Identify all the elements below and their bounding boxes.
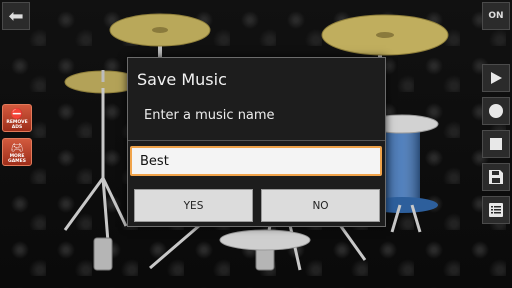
remove-ads-icon: ⛔ — [10, 109, 24, 120]
back-button[interactable]: ⬅ — [2, 2, 30, 30]
on-label: ON — [488, 11, 504, 21]
left-arrow-icon: ⬅ — [8, 5, 24, 27]
dialog-message: Enter a music name — [144, 108, 275, 123]
stop-icon — [490, 138, 502, 150]
remove-ads-label: REMOVE ADS — [6, 120, 28, 130]
dialog-divider — [128, 140, 385, 141]
play-icon — [491, 72, 502, 84]
sound-on-toggle[interactable]: ON — [482, 2, 510, 30]
drum-stage: ⬅ ON ⛔ REMOVE ADS 🎮︎ MORE GAMES Save Mus… — [0, 0, 512, 288]
more-games-button[interactable]: 🎮︎ MORE GAMES — [2, 138, 32, 166]
crash-cymbal[interactable] — [109, 13, 211, 47]
list-icon — [489, 203, 503, 217]
save-music-dialog: Save Music Enter a music name YES NO — [127, 57, 386, 227]
music-list-button[interactable] — [482, 196, 510, 224]
stop-button[interactable] — [482, 130, 510, 158]
remove-ads-button[interactable]: ⛔ REMOVE ADS — [2, 104, 32, 132]
save-icon — [489, 170, 503, 184]
hi-hat-pedal[interactable] — [93, 237, 113, 271]
record-button[interactable] — [482, 97, 510, 125]
no-button[interactable]: NO — [261, 189, 380, 222]
more-games-label: MORE GAMES — [8, 154, 26, 164]
ride-cymbal[interactable] — [321, 14, 449, 56]
play-button[interactable] — [482, 64, 510, 92]
record-icon — [489, 104, 503, 118]
gamepad-icon: 🎮︎ — [10, 143, 24, 154]
music-name-input[interactable] — [130, 146, 382, 176]
dialog-title: Save Music — [137, 70, 227, 89]
save-button[interactable] — [482, 163, 510, 191]
yes-button[interactable]: YES — [134, 189, 253, 222]
